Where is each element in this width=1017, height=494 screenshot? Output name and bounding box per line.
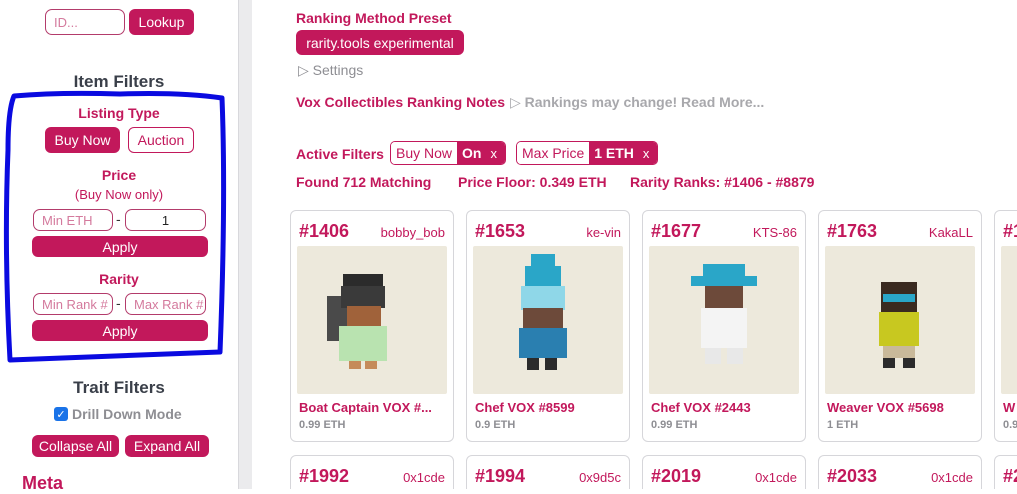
filter-chip-key: Max Price (517, 142, 590, 164)
notes-title: Vox Collectibles Ranking Notes (296, 94, 506, 110)
card-image (473, 246, 623, 394)
filter-chip-value: 1 ETH (589, 142, 639, 164)
card-image (297, 246, 447, 394)
card-owner[interactable]: 0x1cde (931, 470, 973, 485)
card-name[interactable]: W (1003, 400, 1017, 415)
nft-card[interactable]: #2 (994, 455, 1017, 489)
card-name[interactable]: Chef VOX #2443 (651, 400, 799, 415)
card-image (649, 246, 799, 394)
card-price: 0.99 ETH (651, 419, 698, 431)
nft-card[interactable]: #1677 KTS-86 Chef VOX #2443 0.99 ETH (642, 210, 806, 442)
sidebar-scrollbar[interactable] (238, 0, 252, 489)
main-content: Ranking Method Preset rarity.tools exper… (252, 0, 1017, 489)
filter-remove-icon[interactable]: x (638, 142, 658, 164)
card-rank: #1677 (651, 221, 702, 241)
card-rank: #1763 (827, 221, 878, 241)
card-owner[interactable]: ke-vin (586, 225, 621, 240)
card-rank: #2033 (827, 466, 878, 486)
nft-card[interactable]: #1406 bobby_bob Boat Captain VOX #... 0.… (290, 210, 454, 442)
sidebar: ID... Lookup Item Filters Listing Type B… (0, 0, 238, 493)
card-price: 0.9 ETH (475, 419, 516, 431)
filter-remove-icon[interactable]: x (486, 142, 505, 164)
nft-card[interactable]: #1994 0x9d5c (466, 455, 630, 489)
card-rank: #1653 (475, 221, 526, 241)
card-rank: #1992 (299, 466, 350, 486)
nft-card[interactable]: #1653 ke-vin Chef VOX #8599 0.9 ETH (466, 210, 630, 442)
card-image (1001, 246, 1017, 394)
card-owner[interactable]: 0x1cde (403, 470, 445, 485)
nft-card[interactable]: #1763 KakaLL Weaver VOX #5698 1 ETH (818, 210, 982, 442)
found-count: Found 712 Matching (296, 174, 432, 190)
card-name[interactable]: Boat Captain VOX #... (299, 400, 447, 415)
annotation-outline (3, 90, 227, 363)
card-price: 0.9 (1003, 419, 1017, 431)
card-owner[interactable]: KTS-86 (753, 225, 797, 240)
filter-chip-buy-now[interactable]: Buy Now On x (390, 141, 506, 165)
settings-toggle[interactable]: ▷ Settings (298, 62, 363, 79)
card-rank: #1 (1003, 221, 1017, 241)
preset-title: Ranking Method Preset (296, 10, 452, 26)
nft-card[interactable]: #1992 0x1cde (290, 455, 454, 489)
card-image (825, 246, 975, 394)
card-price: 1 ETH (827, 419, 859, 431)
nft-card[interactable]: #2033 0x1cde (818, 455, 982, 489)
nft-card[interactable]: #1 W 0.9 (994, 210, 1017, 442)
filter-chip-max-price[interactable]: Max Price 1 ETH x (516, 141, 659, 165)
active-filters-label: Active Filters (296, 146, 384, 162)
card-rank: #2019 (651, 466, 702, 486)
preset-select[interactable]: rarity.tools experimental (296, 30, 464, 55)
card-price: 0.99 ETH (299, 419, 346, 431)
read-more-link[interactable]: ▷ Rankings may change! Read More... (510, 94, 764, 111)
card-name[interactable]: Chef VOX #8599 (475, 400, 623, 415)
filter-chip-key: Buy Now (391, 142, 458, 164)
card-owner[interactable]: 0x1cde (755, 470, 797, 485)
card-name[interactable]: Weaver VOX #5698 (827, 400, 975, 415)
nft-card[interactable]: #2019 0x1cde (642, 455, 806, 489)
filter-chip-value: On (457, 142, 487, 164)
card-rank: #1406 (299, 221, 350, 241)
price-floor: Price Floor: 0.349 ETH (458, 174, 607, 190)
card-rank: #1994 (475, 466, 526, 486)
card-owner[interactable]: bobby_bob (381, 225, 445, 240)
card-rank: #2 (1003, 466, 1017, 486)
card-owner[interactable]: KakaLL (929, 225, 973, 240)
rarity-ranks: Rarity Ranks: #1406 - #8879 (630, 174, 815, 190)
card-owner[interactable]: 0x9d5c (579, 470, 621, 485)
